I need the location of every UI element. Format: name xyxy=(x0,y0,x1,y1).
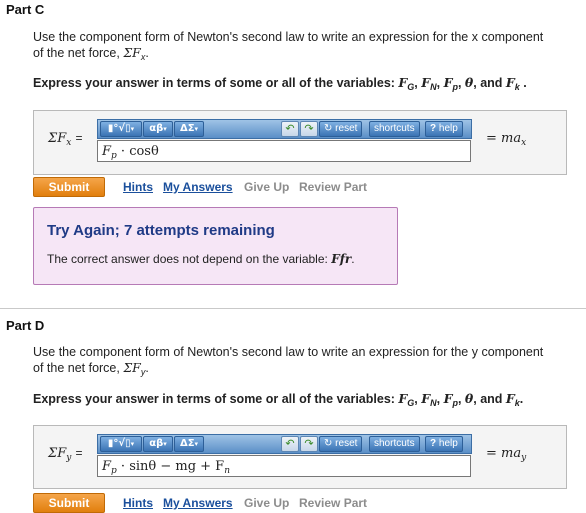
help-icon: ? xyxy=(430,438,437,449)
part-c-review-part-link[interactable]: Review Part xyxy=(299,180,367,194)
help-button[interactable]: ? help xyxy=(425,121,463,137)
greek-letters-button[interactable]: αβ▾ xyxy=(143,436,173,452)
reset-button[interactable]: ↻ reset xyxy=(319,436,363,452)
part-c-question: Use the component form of Newton's secon… xyxy=(33,30,544,62)
part-d-express-instructions: Express your answer in terms of some or … xyxy=(33,391,524,408)
part-c-answer-area: ΣFx = ▮°√▯▾ αβ▾ ΔΣ▾ ↶ ↷ ↻ reset shortcut… xyxy=(33,110,567,175)
part-d-title: Part D xyxy=(6,318,45,333)
part-c-equation-toolbar: ▮°√▯▾ αβ▾ ΔΣ▾ ↶ ↷ ↻ reset shortcuts ? he… xyxy=(97,119,472,139)
help-icon: ? xyxy=(430,123,437,134)
redo-icon[interactable]: ↷ xyxy=(300,121,318,137)
shortcuts-button[interactable]: shortcuts xyxy=(369,121,420,137)
section-divider xyxy=(0,308,586,309)
part-c-answer-input[interactable]: Fp · cosθ xyxy=(97,140,471,162)
part-c-my-answers-link[interactable]: My Answers xyxy=(163,180,233,194)
part-d-question: Use the component form of Newton's secon… xyxy=(33,345,544,377)
undo-icon[interactable]: ↶ xyxy=(281,436,299,452)
part-c-title: Part C xyxy=(6,2,45,17)
reset-button[interactable]: ↻ reset xyxy=(319,121,363,137)
redo-icon[interactable]: ↷ xyxy=(300,436,318,452)
part-c-hints-link[interactable]: Hints xyxy=(123,180,153,194)
reset-icon: ↻ xyxy=(324,123,333,134)
part-c-lhs: ΣFx = xyxy=(48,131,83,148)
part-d-rhs: = may xyxy=(486,446,527,463)
undo-icon[interactable]: ↶ xyxy=(281,121,299,137)
part-d-submit-button[interactable]: Submit xyxy=(33,493,105,513)
help-button[interactable]: ? help xyxy=(425,436,463,452)
part-d-equation-toolbar: ▮°√▯▾ αβ▾ ΔΣ▾ ↶ ↷ ↻ reset shortcuts ? he… xyxy=(97,434,472,454)
templates-button[interactable]: ▮°√▯▾ xyxy=(100,121,142,137)
part-d-review-part-link[interactable]: Review Part xyxy=(299,496,367,510)
reset-icon: ↻ xyxy=(324,438,333,449)
shortcuts-button[interactable]: shortcuts xyxy=(369,436,420,452)
part-d-give-up-link[interactable]: Give Up xyxy=(244,496,289,510)
part-d-my-answers-link[interactable]: My Answers xyxy=(163,496,233,510)
part-d-answer-input[interactable]: Fp · sinθ − mg + Fn xyxy=(97,455,471,477)
symbols-button[interactable]: ΔΣ▾ xyxy=(174,121,204,137)
part-c-submit-button[interactable]: Submit xyxy=(33,177,105,197)
feedback-message: The correct answer does not depend on th… xyxy=(47,252,355,266)
part-c-feedback-box: Try Again; 7 attempts remaining The corr… xyxy=(33,207,398,285)
part-d-lhs: ΣFy = xyxy=(48,446,83,463)
greek-letters-button[interactable]: αβ▾ xyxy=(143,121,173,137)
symbols-button[interactable]: ΔΣ▾ xyxy=(174,436,204,452)
part-c-rhs: = max xyxy=(486,131,527,148)
part-c-express-instructions: Express your answer in terms of some or … xyxy=(33,75,527,92)
part-d-answer-area: ΣFy = ▮°√▯▾ αβ▾ ΔΣ▾ ↶ ↷ ↻ reset shortcut… xyxy=(33,425,567,489)
templates-button[interactable]: ▮°√▯▾ xyxy=(100,436,142,452)
part-d-hints-link[interactable]: Hints xyxy=(123,496,153,510)
feedback-title: Try Again; 7 attempts remaining xyxy=(47,222,275,239)
part-c-give-up-link[interactable]: Give Up xyxy=(244,180,289,194)
